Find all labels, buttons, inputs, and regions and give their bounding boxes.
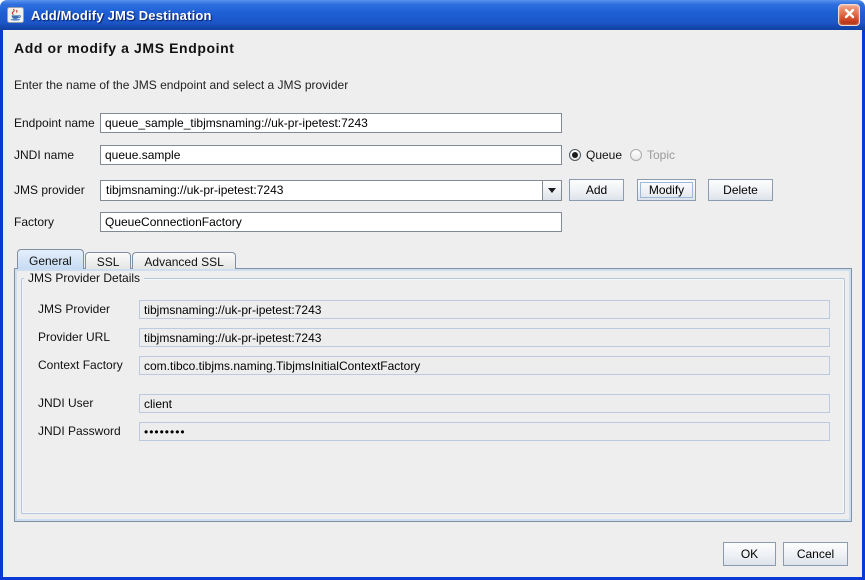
cancel-button[interactable]: Cancel xyxy=(783,542,848,566)
detail-jms-provider-label: JMS Provider xyxy=(38,302,111,316)
detail-jndi-password-label: JNDI Password xyxy=(38,424,121,438)
dialog-window: Add/Modify JMS Destination Add or modify… xyxy=(0,0,865,580)
window-title: Add/Modify JMS Destination xyxy=(31,7,212,23)
detail-context-factory-label: Context Factory xyxy=(38,358,123,372)
combo-dropdown-button[interactable] xyxy=(542,181,561,200)
factory-input[interactable] xyxy=(100,212,562,232)
detail-jndi-user-field[interactable] xyxy=(139,394,830,413)
tab-bar: General SSL Advanced SSL xyxy=(17,249,237,269)
page-title: Add or modify a JMS Endpoint xyxy=(14,40,235,56)
jndi-name-label: JNDI name xyxy=(14,148,75,162)
factory-label: Factory xyxy=(14,215,55,229)
jms-provider-selected-value: tibjmsnaming://uk-pr-ipetest:7243 xyxy=(106,183,284,197)
detail-jndi-user-label: JNDI User xyxy=(38,396,94,410)
group-title: JMS Provider Details xyxy=(24,271,145,285)
radio-queue[interactable]: Queue xyxy=(569,148,622,162)
radio-topic-icon xyxy=(630,149,642,161)
close-button[interactable] xyxy=(838,4,860,26)
tab-advanced-ssl[interactable]: Advanced SSL xyxy=(132,252,236,269)
radio-queue-icon xyxy=(569,149,581,161)
detail-context-factory-field[interactable] xyxy=(139,356,830,375)
radio-topic-label: Topic xyxy=(647,148,676,162)
detail-provider-url-label: Provider URL xyxy=(38,330,111,344)
close-icon xyxy=(844,6,855,24)
jms-provider-combobox[interactable]: tibjmsnaming://uk-pr-ipetest:7243 xyxy=(100,180,562,201)
endpoint-name-label: Endpoint name xyxy=(14,116,95,130)
page-subtitle: Enter the name of the JMS endpoint and s… xyxy=(14,78,349,92)
detail-provider-url-field[interactable] xyxy=(139,328,830,347)
jms-provider-label: JMS provider xyxy=(14,183,85,197)
endpoint-name-input[interactable] xyxy=(100,113,562,133)
modify-button[interactable]: Modify xyxy=(637,179,696,201)
radio-queue-label: Queue xyxy=(586,148,623,162)
radio-topic[interactable]: Topic xyxy=(630,148,675,162)
add-button[interactable]: Add xyxy=(569,179,624,201)
tab-general[interactable]: General xyxy=(17,249,84,269)
chevron-down-icon xyxy=(548,188,556,197)
tab-ssl[interactable]: SSL xyxy=(84,252,132,269)
detail-jndi-password-field[interactable] xyxy=(139,422,830,441)
delete-button[interactable]: Delete xyxy=(708,179,773,201)
title-bar[interactable]: Add/Modify JMS Destination xyxy=(0,0,865,30)
java-icon xyxy=(7,6,25,24)
jndi-name-input[interactable] xyxy=(100,145,562,165)
detail-jms-provider-field[interactable] xyxy=(139,300,830,319)
ok-button[interactable]: OK xyxy=(723,542,776,566)
window-border-left xyxy=(0,30,3,580)
